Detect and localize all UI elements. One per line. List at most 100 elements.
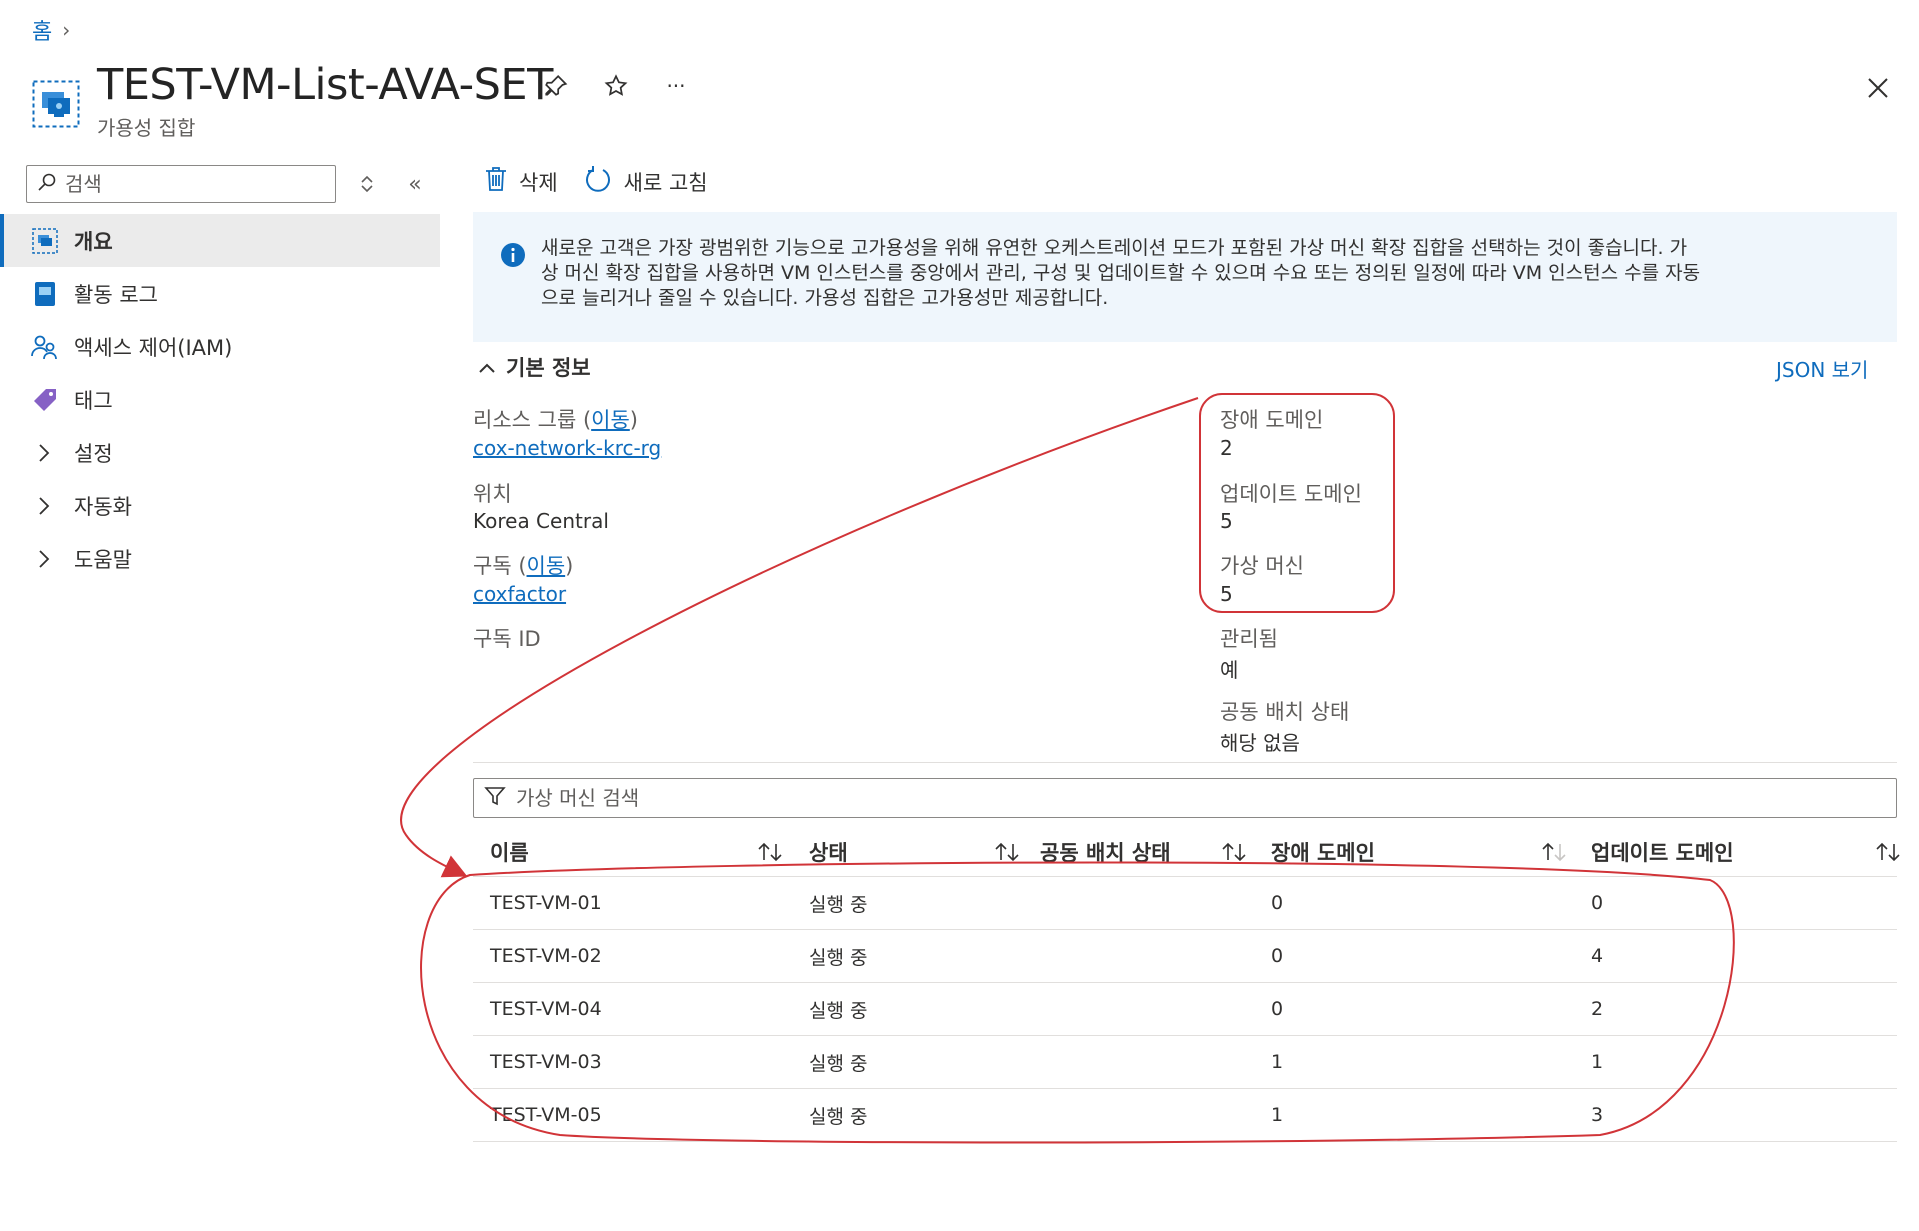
cell-name: TEST-VM-02	[490, 945, 602, 967]
refresh-icon	[584, 165, 612, 198]
proximity-placement-value: 해당 없음	[1220, 731, 1300, 755]
sidebar-item-activity-log[interactable]: 활동 로그	[0, 267, 440, 320]
sort-icon[interactable]	[994, 842, 1020, 867]
activity-log-icon	[30, 279, 60, 309]
cell-name: TEST-VM-01	[490, 892, 602, 914]
sidebar-search-box[interactable]	[26, 165, 336, 203]
sidebar-item-iam[interactable]: 액세스 제어(IAM)	[0, 320, 440, 373]
table-row[interactable]: TEST-VM-01 실행 중 0 0	[473, 877, 1897, 930]
vm-search-input[interactable]	[514, 785, 1818, 811]
cell-status: 실행 중	[809, 946, 868, 969]
more-icon[interactable]: ···	[660, 70, 692, 102]
delete-label: 삭제	[519, 170, 558, 195]
info-banner-line: 상 머신 확장 집합을 사용하면 VM 인스턴스를 중앙에서 관리, 구성 및 …	[541, 262, 1701, 284]
info-icon	[500, 242, 526, 268]
subscription-label-text: 구독	[473, 554, 512, 578]
json-view-link[interactable]: JSON 보기	[1776, 354, 1868, 383]
collapse-sidebar-icon[interactable]: «	[400, 170, 430, 198]
pin-icon[interactable]	[540, 70, 572, 102]
column-header-status[interactable]: 상태	[793, 828, 1030, 876]
overview-icon	[30, 226, 60, 256]
cell-fault-domain: 0	[1271, 892, 1284, 914]
info-banner-line: 으로 늘리거나 줄일 수 있습니다. 가용성 집합은 고가용성만 제공합니다.	[541, 287, 1109, 309]
resource-group-move-link[interactable]: 이동	[591, 408, 630, 432]
cell-update-domain: 4	[1591, 945, 1604, 967]
column-header-label: 장애 도메인	[1271, 841, 1375, 865]
sidebar-search-input[interactable]	[63, 171, 327, 197]
column-header-update-domain[interactable]: 업데이트 도메인	[1577, 828, 1900, 876]
cell-status: 실행 중	[809, 999, 868, 1022]
vm-table: 이름 상태 공동 배치 상태 장애 도메인 업데이트 도메인 TEST-VM-0…	[473, 828, 1900, 1142]
subscription-move-link[interactable]: 이동	[527, 554, 566, 578]
sidebar-item-help[interactable]: 도움말	[0, 532, 440, 585]
virtual-machines-value: 5	[1220, 582, 1233, 606]
sort-toggle-icon[interactable]	[355, 172, 379, 196]
sidebar-item-label: 도움말	[74, 547, 132, 572]
sidebar-item-settings[interactable]: 설정	[0, 426, 440, 479]
sidebar-item-automation[interactable]: 자동화	[0, 479, 440, 532]
table-row[interactable]: TEST-VM-03 실행 중 1 1	[473, 1036, 1897, 1089]
column-header-fault-domain[interactable]: 장애 도메인	[1257, 828, 1577, 876]
iam-icon	[30, 332, 60, 362]
sidebar-item-overview[interactable]: 개요	[0, 214, 440, 267]
subscription-id-label: 구독 ID	[473, 627, 541, 651]
column-header-name[interactable]: 이름	[473, 828, 793, 876]
delete-button[interactable]: 삭제	[485, 166, 558, 197]
sidebar-nav: 개요 활동 로그 액세스 제어(IAM) 태그 설정 자동화 도움말	[0, 214, 440, 585]
command-bar: 삭제 새로 고침	[485, 165, 708, 198]
managed-label: 관리됨	[1220, 627, 1278, 651]
filter-icon	[484, 785, 506, 811]
star-icon[interactable]	[600, 70, 632, 102]
table-header: 이름 상태 공동 배치 상태 장애 도메인 업데이트 도메인	[473, 828, 1900, 877]
essentials-divider	[473, 762, 1897, 763]
delete-icon	[485, 166, 507, 197]
subscription-label: 구독 (이동)	[473, 554, 574, 578]
sort-icon[interactable]	[1875, 842, 1901, 867]
close-icon[interactable]	[1860, 70, 1896, 106]
search-icon	[37, 172, 57, 196]
refresh-button[interactable]: 새로 고침	[584, 165, 708, 198]
location-label: 위치	[473, 482, 512, 506]
essentials-title: 기본 정보	[506, 356, 591, 380]
sort-icon[interactable]	[757, 842, 783, 867]
breadcrumb-separator: ›	[62, 18, 71, 42]
tag-icon	[30, 385, 60, 415]
resource-group-value-link[interactable]: cox-network-krc-rg	[473, 436, 661, 460]
table-row[interactable]: TEST-VM-04 실행 중 0 2	[473, 983, 1897, 1036]
breadcrumb-home-link[interactable]: 홈	[32, 14, 52, 46]
header-actions: ···	[540, 70, 692, 102]
chevron-right-icon	[36, 549, 52, 569]
managed-value: 예	[1220, 658, 1239, 682]
fault-domain-label: 장애 도메인	[1220, 408, 1324, 432]
vm-search-box[interactable]	[473, 778, 1897, 818]
chevron-up-icon	[478, 355, 496, 379]
column-header-proximity-placement[interactable]: 공동 배치 상태	[1030, 828, 1257, 876]
cell-status: 실행 중	[809, 1105, 868, 1128]
proximity-placement-label: 공동 배치 상태	[1220, 700, 1350, 724]
fault-domain-value: 2	[1220, 436, 1233, 460]
info-banner: 새로운 고객은 가장 광범위한 기능으로 고가용성을 위해 유연한 오케스트레이…	[473, 212, 1897, 342]
column-header-label: 공동 배치 상태	[1040, 841, 1171, 865]
cell-name: TEST-VM-03	[490, 1051, 602, 1073]
info-banner-line: 새로운 고객은 가장 광범위한 기능으로 고가용성을 위해 유연한 오케스트레이…	[541, 237, 1688, 259]
cell-fault-domain: 1	[1271, 1051, 1284, 1073]
cell-fault-domain: 0	[1271, 998, 1284, 1020]
sidebar-item-label: 설정	[74, 441, 113, 466]
sort-icon[interactable]	[1541, 842, 1567, 867]
refresh-label: 새로 고침	[623, 170, 708, 195]
resource-group-label-text: 리소스 그룹	[473, 408, 577, 432]
location-value: Korea Central	[473, 509, 609, 533]
table-row[interactable]: TEST-VM-05 실행 중 1 3	[473, 1089, 1897, 1142]
update-domain-value: 5	[1220, 509, 1233, 533]
cell-update-domain: 3	[1591, 1104, 1604, 1126]
subscription-value-link[interactable]: coxfactor	[473, 582, 566, 606]
sidebar-item-label: 자동화	[74, 494, 132, 519]
sort-icon[interactable]	[1221, 842, 1247, 867]
cell-update-domain: 2	[1591, 998, 1604, 1020]
sidebar-item-label: 액세스 제어(IAM)	[74, 335, 233, 360]
table-row[interactable]: TEST-VM-02 실행 중 0 4	[473, 930, 1897, 983]
cell-fault-domain: 1	[1271, 1104, 1284, 1126]
sidebar-item-tags[interactable]: 태그	[0, 373, 440, 426]
cell-name: TEST-VM-05	[490, 1104, 602, 1126]
essentials-toggle[interactable]: 기본 정보	[478, 352, 591, 382]
